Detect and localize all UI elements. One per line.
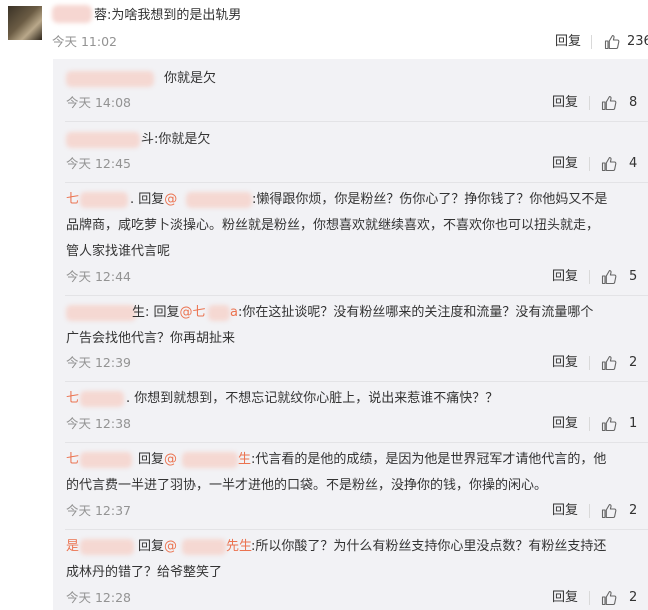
reply-prefix: . 回复 [130, 192, 165, 207]
reply-divider [65, 182, 648, 183]
reply-time: 今天 12:38 [66, 416, 131, 431]
reply-prefix: 生: 回复 [132, 305, 180, 320]
reply-text: :所以你酸了？为什么有粉丝支持你心里没点数？有粉丝支持还 [251, 539, 607, 554]
reply-user-initial[interactable]: 七 [66, 388, 79, 410]
reply-text-line: 回复@ [138, 536, 177, 558]
reply-text: :代言看的是他的成绩，是因为他是世界冠军才请他代言的，他 [251, 452, 607, 467]
mention-link[interactable]: @七 [180, 305, 206, 320]
reply-divider [65, 529, 648, 530]
like-count: 1 [629, 416, 638, 431]
reply-prefix: 回复 [138, 452, 165, 467]
thumbs-up-icon[interactable] [604, 34, 620, 50]
mention-name-blurred[interactable] [182, 539, 226, 555]
reply-time: 今天 12:37 [66, 503, 131, 518]
reply-time: 今天 12:45 [66, 156, 131, 171]
reply-text: 你就是欠 [164, 71, 217, 86]
reply-button[interactable]: 回复 [555, 34, 581, 50]
mention-link[interactable]: @ [164, 539, 177, 554]
main-comment-body: :为啥我想到的是出轨男 [107, 8, 242, 23]
reply-prefix: 回复 [138, 539, 165, 554]
thumbs-up-icon[interactable] [601, 503, 617, 519]
reply-button[interactable]: 回复 [552, 503, 578, 519]
reply-button[interactable]: 回复 [552, 269, 578, 285]
thumbs-up-icon[interactable] [601, 95, 617, 111]
mention-name-blurred[interactable] [208, 305, 230, 321]
mention-tail[interactable]: 生 [238, 449, 251, 471]
reply-text: 的代言费一半进了羽协，一半才进他的口袋。不是粉丝，没挣你的钱，你操的闲心。 [66, 478, 548, 493]
reply-time: 今天 12:44 [66, 269, 131, 284]
like-count: 8 [629, 95, 638, 110]
commenter-name-tail[interactable]: 蓉 [94, 8, 107, 23]
divider [589, 504, 590, 518]
reply-text: 品牌商，咸吃萝卜淡操心。粉丝就是粉丝，你想喜欢就继续喜欢，不喜欢你也可以扭头就走… [66, 218, 600, 233]
like-count: 5 [629, 269, 638, 284]
avatar[interactable] [8, 6, 42, 40]
reply-user-initial[interactable]: 七 [66, 189, 79, 211]
like-count: 2 [629, 355, 638, 370]
reply-time: 今天 14:08 [66, 95, 131, 110]
like-count: 236 [627, 34, 648, 49]
divider [589, 591, 590, 605]
reply-text: 成林丹的错了？给爷整笑了 [66, 565, 223, 580]
like-count: 2 [629, 503, 638, 518]
mention-name-blurred[interactable] [186, 192, 252, 208]
reply-text-line: 生: 回复@七 [132, 302, 206, 324]
thumbs-up-icon[interactable] [601, 269, 617, 285]
reply-user-initial[interactable]: 是 [66, 536, 79, 558]
reply-time: 今天 12:39 [66, 355, 131, 370]
divider [589, 96, 590, 110]
reply-button[interactable]: 回复 [552, 590, 578, 606]
reply-divider [65, 381, 648, 382]
reply-text: :懒得跟你烦，你是粉丝？伤你心了？挣你钱了？你他妈又不是 [252, 192, 608, 207]
mention-tail[interactable]: a [230, 302, 238, 324]
mention-link[interactable]: @ [164, 452, 177, 467]
reply-divider [65, 121, 648, 122]
reply-text: . 你想到就想到，不想忘记就纹你心脏上，说出来惹谁不痛快？？ [126, 391, 499, 406]
reply-user-initial[interactable]: 七 [66, 449, 79, 471]
thumbs-up-icon[interactable] [601, 156, 617, 172]
reply-user-blurred[interactable] [66, 71, 154, 87]
reply-text-line: 回复@ [138, 449, 177, 471]
reply-text: 广告会找他代言？你再胡扯来 [66, 331, 236, 346]
reply-text-line: . 回复@ [130, 189, 177, 211]
reply-user-blurred[interactable] [66, 305, 136, 321]
reply-user-blurred[interactable] [66, 132, 140, 148]
thumbs-up-icon[interactable] [601, 416, 617, 432]
divider [589, 157, 590, 171]
reply-user-blurred[interactable] [80, 192, 128, 208]
divider [591, 35, 592, 49]
reply-divider [65, 295, 648, 296]
commenter-name-blurred[interactable] [52, 5, 92, 23]
thumbs-up-icon[interactable] [601, 355, 617, 371]
reply-time: 今天 12:28 [66, 590, 131, 605]
reply-button[interactable]: 回复 [552, 416, 578, 432]
reply-text: 管人家找谁代言呢 [66, 244, 171, 259]
like-count: 2 [629, 590, 638, 605]
divider [589, 270, 590, 284]
thumbs-up-icon[interactable] [601, 590, 617, 606]
reply-text: :你在这扯谈呢？没有粉丝哪来的关注度和流量？没有流量哪个 [238, 305, 594, 320]
mention-tail[interactable]: 先生 [226, 536, 252, 558]
reply-user-blurred[interactable] [80, 452, 132, 468]
mention-link[interactable]: @ [164, 192, 177, 207]
reply-button[interactable]: 回复 [552, 95, 578, 111]
main-comment-time: 今天 11:02 [52, 34, 117, 49]
main-comment-text: 蓉:为啥我想到的是出轨男 [94, 7, 241, 25]
divider [589, 356, 590, 370]
reply-button[interactable]: 回复 [552, 355, 578, 371]
reply-user-blurred[interactable] [80, 391, 124, 407]
like-count: 4 [629, 156, 638, 171]
reply-text: 斗:你就是欠 [141, 132, 211, 147]
mention-name-blurred[interactable] [182, 452, 238, 468]
reply-user-blurred[interactable] [80, 539, 134, 555]
reply-divider [65, 442, 648, 443]
reply-button[interactable]: 回复 [552, 156, 578, 172]
divider [589, 417, 590, 431]
